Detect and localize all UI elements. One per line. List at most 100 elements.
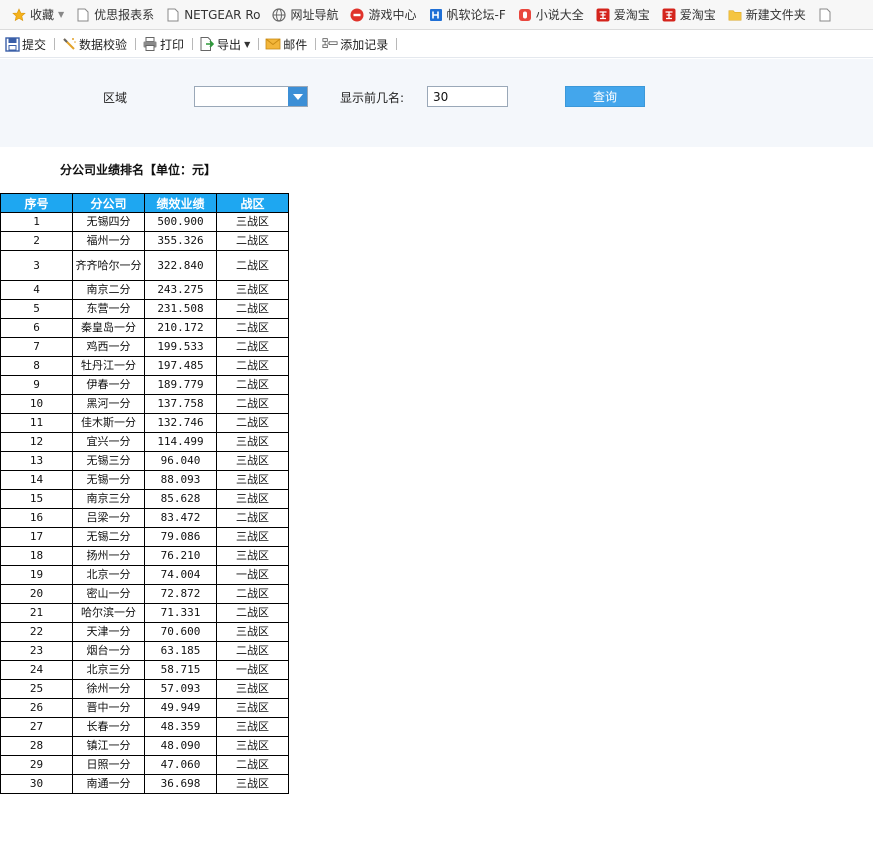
- performance-cell: 74.004: [144, 565, 217, 585]
- branch-cell: 镇江一分: [72, 736, 145, 756]
- bookmark-item[interactable]: 小说大全: [514, 0, 592, 29]
- performance-cell: 63.185: [144, 641, 217, 661]
- branch-cell: 密山一分: [72, 584, 145, 604]
- rank-cell: 16: [0, 508, 73, 528]
- table-row: 7 鸡西一分 199.533 二战区: [0, 337, 289, 357]
- bookmark-favorites[interactable]: 收藏 ▼: [8, 0, 72, 29]
- bookmark-item[interactable]: 网址导航: [268, 0, 346, 29]
- performance-cell: 189.779: [144, 375, 217, 395]
- performance-cell: 48.090: [144, 736, 217, 756]
- branch-cell: 福州一分: [72, 231, 145, 251]
- performance-cell: 199.533: [144, 337, 217, 357]
- branch-cell: 牡丹江一分: [72, 356, 145, 376]
- bookmark-label: 新建文件夹: [745, 8, 806, 22]
- query-button[interactable]: 查询: [565, 86, 645, 107]
- table-row: 8 牡丹江一分 197.485 二战区: [0, 356, 289, 376]
- performance-cell: 85.628: [144, 489, 217, 509]
- bookmark-item[interactable]: 新建文件夹: [724, 0, 814, 29]
- rank-cell: 3: [0, 250, 73, 281]
- rank-cell: 27: [0, 717, 73, 737]
- mail-label: 邮件: [283, 37, 308, 52]
- branch-cell: 烟台一分: [72, 641, 145, 661]
- zone-cell: 二战区: [216, 394, 289, 414]
- page-icon: [76, 8, 90, 22]
- table-row: 17 无锡二分 79.086 三战区: [0, 527, 289, 547]
- zone-cell: 二战区: [216, 337, 289, 357]
- branch-cell: 南京三分: [72, 489, 145, 509]
- bookmark-item[interactable]: 爱淘宝: [658, 0, 724, 29]
- branch-cell: 无锡一分: [72, 470, 145, 490]
- zone-cell: 三战区: [216, 679, 289, 699]
- performance-cell: 83.472: [144, 508, 217, 528]
- page-icon: [166, 8, 180, 22]
- rank-cell: 19: [0, 565, 73, 585]
- submit-button[interactable]: 提交: [2, 33, 50, 55]
- performance-cell: 36.698: [144, 774, 217, 794]
- rank-cell: 13: [0, 451, 73, 471]
- game-icon: [350, 8, 364, 22]
- top-n-input[interactable]: [427, 86, 508, 107]
- table-row: 1 无锡四分 500.900 三战区: [0, 212, 289, 232]
- column-header-performance: 绩效业绩: [144, 193, 217, 213]
- ranking-table: 序号 分公司 绩效业绩 战区 1 无锡四分 500.900 三战区 2 福州一分 355.3…: [0, 193, 289, 794]
- rank-cell: 29: [0, 755, 73, 775]
- add-record-label: 添加记录: [340, 37, 389, 52]
- zone-cell: 三战区: [216, 698, 289, 718]
- table-row: 30 南通一分 36.698 三战区: [0, 774, 289, 794]
- validate-button[interactable]: 数据校验: [59, 33, 131, 55]
- report-toolbar: 提交 数据校验 打印 导出 ▼ 邮件 添加记录: [0, 31, 873, 58]
- rank-cell: 12: [0, 432, 73, 452]
- bookmark-item[interactable]: 帆软论坛-F: [425, 0, 514, 29]
- zone-cell: 一战区: [216, 565, 289, 585]
- mail-button[interactable]: 邮件: [263, 33, 311, 55]
- export-button[interactable]: 导出 ▼: [197, 33, 254, 55]
- zone-cell: 三战区: [216, 212, 289, 232]
- bookmark-item-overflow[interactable]: [814, 0, 844, 29]
- mail-icon: [265, 36, 281, 52]
- bookmark-item[interactable]: 优思报表系: [72, 0, 162, 29]
- table-row: 27 长春一分 48.359 三战区: [0, 717, 289, 737]
- bookmark-item[interactable]: NETGEAR Ro: [162, 0, 268, 29]
- performance-cell: 57.093: [144, 679, 217, 699]
- performance-cell: 71.331: [144, 603, 217, 623]
- column-header-zone: 战区: [216, 193, 289, 213]
- rank-cell: 10: [0, 394, 73, 414]
- rank-cell: 9: [0, 375, 73, 395]
- rank-cell: 20: [0, 584, 73, 604]
- performance-cell: 231.508: [144, 299, 217, 319]
- print-button[interactable]: 打印: [140, 33, 188, 55]
- bookmark-item[interactable]: 爱淘宝: [592, 0, 658, 29]
- bookmark-label: 优思报表系: [94, 8, 155, 22]
- performance-cell: 47.060: [144, 755, 217, 775]
- bookmark-label: 爱淘宝: [679, 8, 716, 22]
- branch-cell: 齐齐哈尔一分: [72, 250, 145, 281]
- add-record-button[interactable]: 添加记录: [320, 33, 392, 55]
- rank-cell: 6: [0, 318, 73, 338]
- branch-cell: 长春一分: [72, 717, 145, 737]
- rank-cell: 23: [0, 641, 73, 661]
- branch-cell: 黑河一分: [72, 394, 145, 414]
- rank-cell: 30: [0, 774, 73, 794]
- zone-cell: 三战区: [216, 546, 289, 566]
- branch-cell: 南京二分: [72, 280, 145, 300]
- bookmark-label: 游戏中心: [368, 8, 417, 22]
- branch-cell: 秦皇岛一分: [72, 318, 145, 338]
- table-row: 25 徐州一分 57.093 三战区: [0, 679, 289, 699]
- ranking-table-body: 1 无锡四分 500.900 三战区 2 福州一分 355.326 二战区 3 齐齐哈尔一分 322…: [0, 212, 289, 794]
- dropdown-arrow-icon[interactable]: [288, 87, 307, 106]
- table-row: 15 南京三分 85.628 三战区: [0, 489, 289, 509]
- chevron-down-icon[interactable]: ▼: [58, 10, 64, 19]
- zone-cell: 三战区: [216, 527, 289, 547]
- export-label: 导出: [217, 37, 242, 52]
- table-row: 12 宜兴一分 114.499 三战区: [0, 432, 289, 452]
- performance-cell: 355.326: [144, 231, 217, 251]
- area-select[interactable]: [194, 86, 308, 107]
- zone-cell: 一战区: [216, 660, 289, 680]
- star-icon: [12, 7, 26, 22]
- chevron-down-icon[interactable]: ▼: [244, 40, 250, 49]
- performance-cell: 243.275: [144, 280, 217, 300]
- bookmark-label: NETGEAR Ro: [184, 7, 261, 22]
- toolbar-divider: [135, 38, 137, 50]
- zone-cell: 二战区: [216, 250, 289, 281]
- bookmark-item[interactable]: 游戏中心: [346, 0, 424, 29]
